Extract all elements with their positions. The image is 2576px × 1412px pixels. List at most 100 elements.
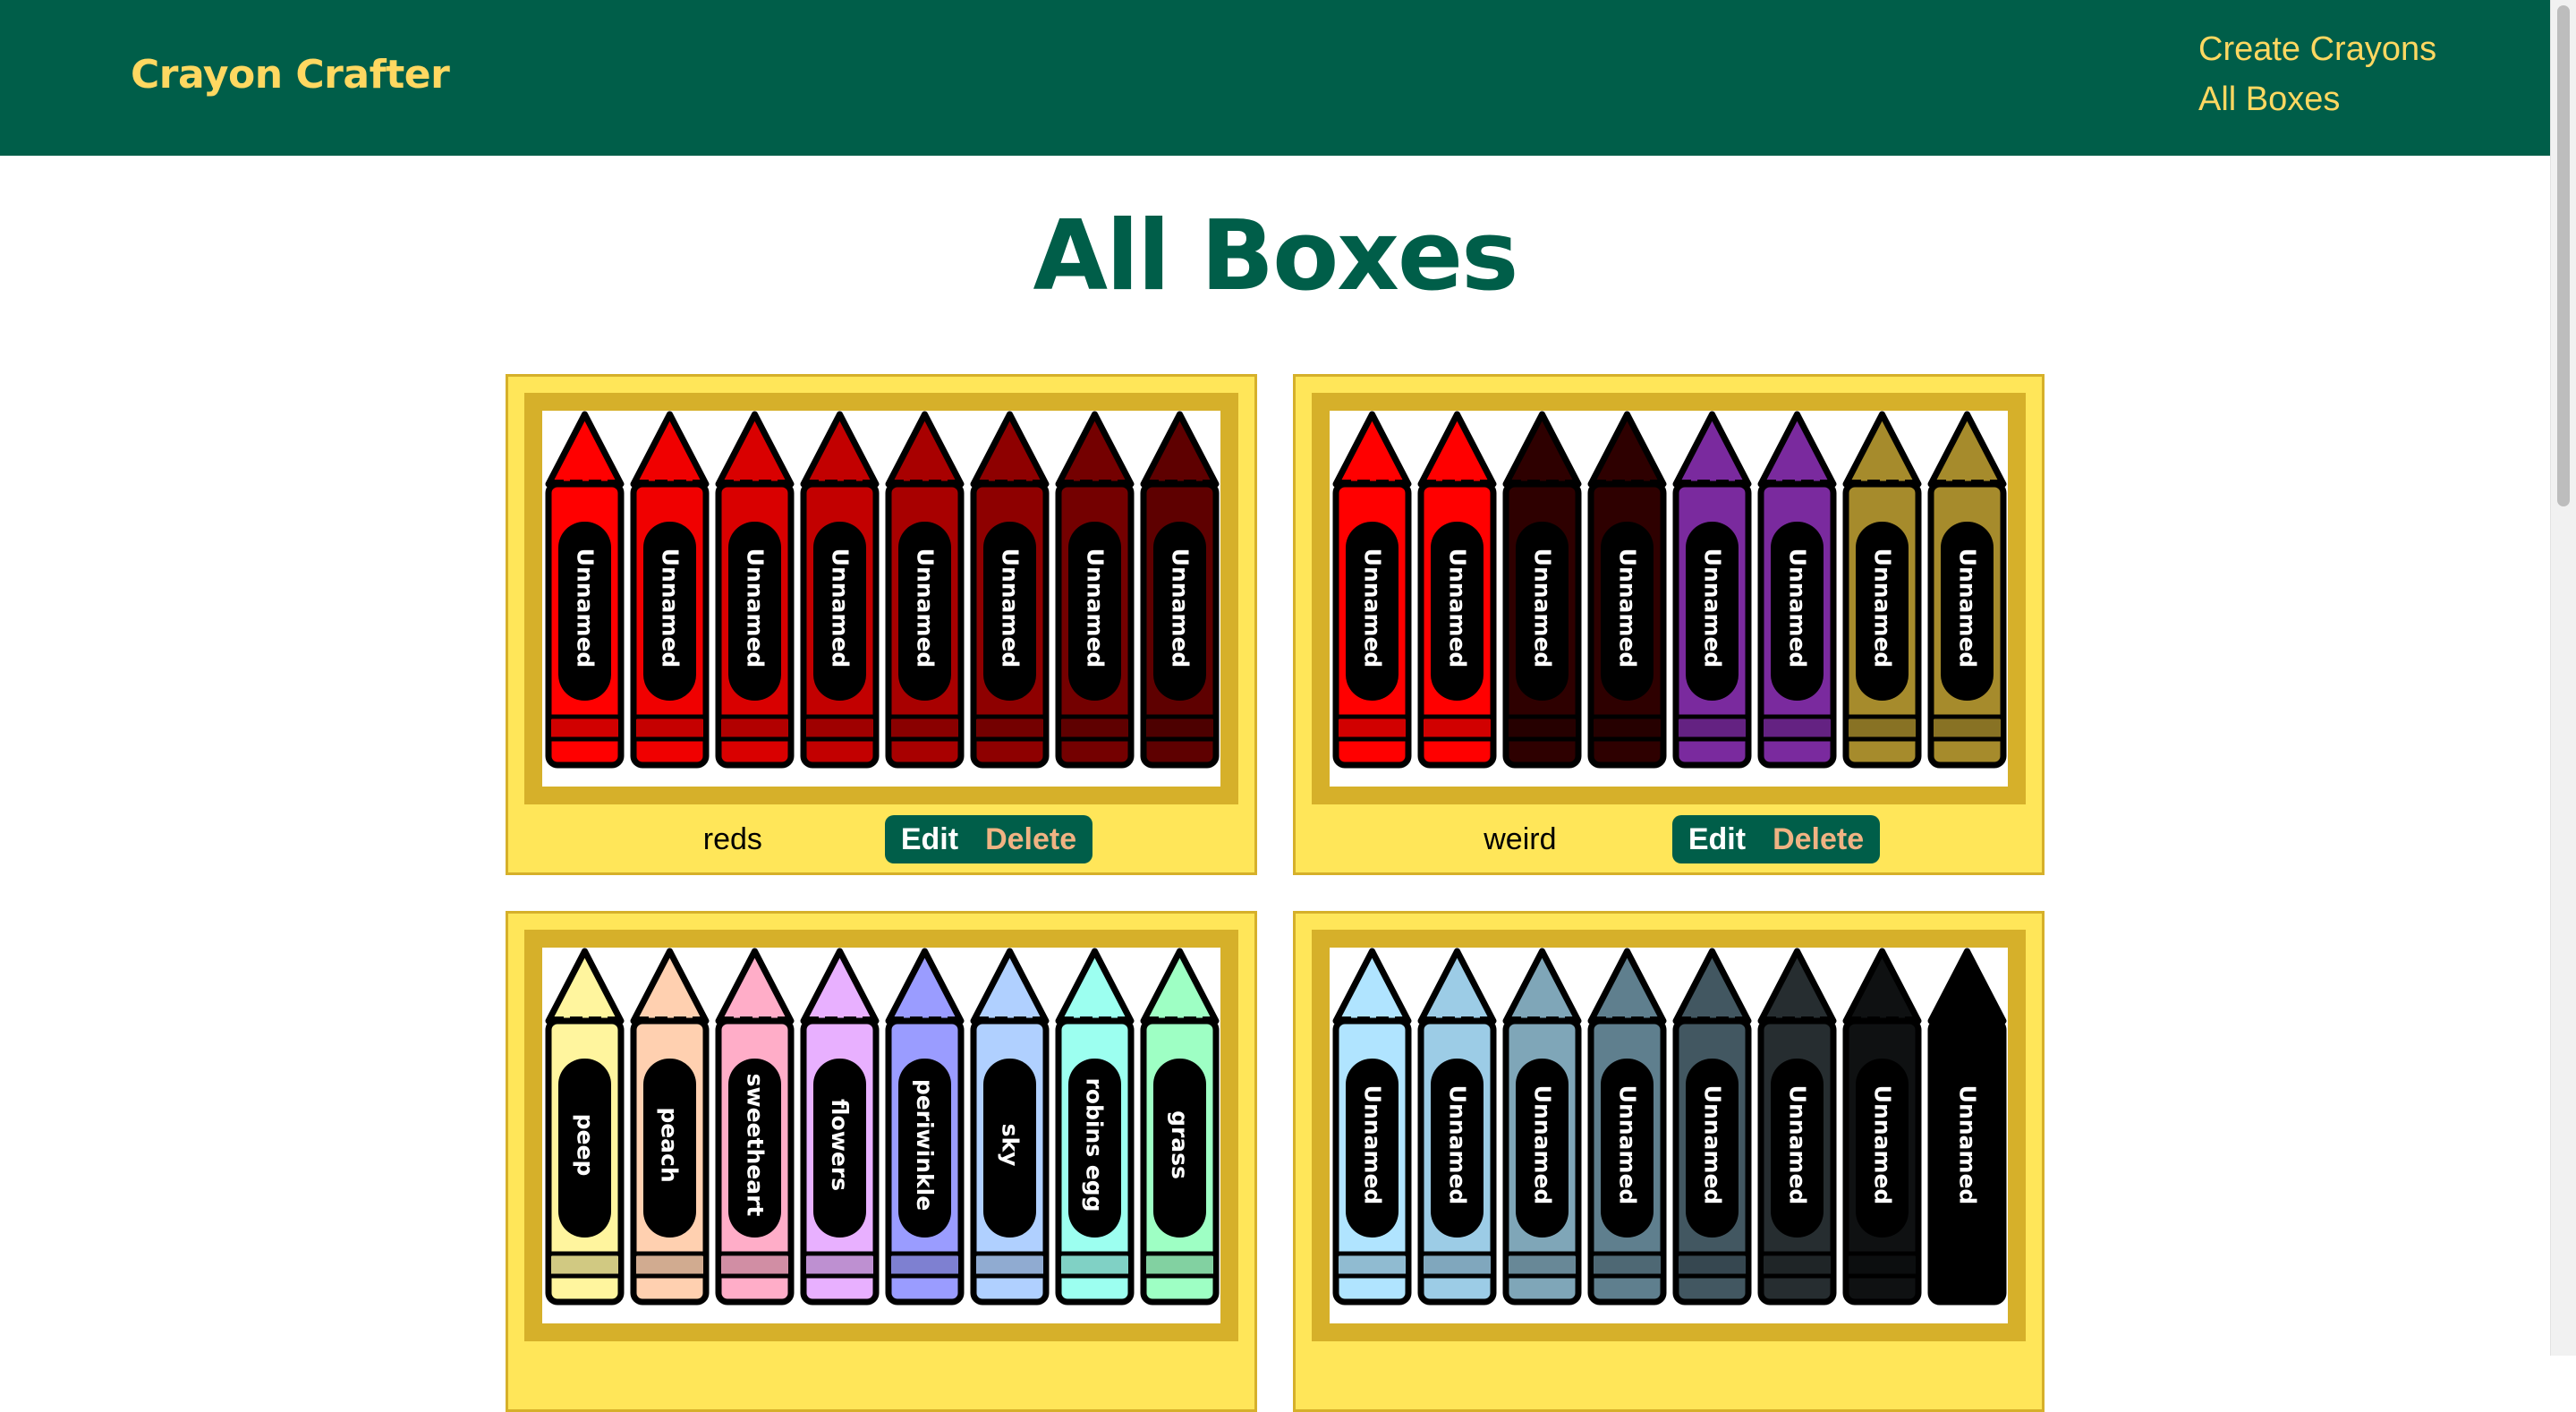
nav-link-all-boxes[interactable]: All Boxes (2198, 81, 2436, 118)
crayon-shape (1332, 411, 1412, 769)
crayon: Unnamed (712, 411, 797, 769)
crayon: peep (542, 948, 627, 1306)
crayon-shape (885, 948, 965, 1306)
crayon-row: Unnamed Unnamed Unnamed Unnamed Unnamed Unnam… (1330, 411, 2008, 769)
crayon-box-frame: Unnamed Unnamed Unnamed Unnamed Unnamed Unnam… (524, 393, 1238, 804)
crayon-row: Unnamed Unnamed Unnamed Unnamed Unnamed Unnam… (542, 411, 1220, 769)
crayon-box-footer: weird Edit Delete (1296, 804, 2042, 874)
crayon: Unnamed (1925, 411, 2008, 769)
crayon-box-footer (1296, 1341, 2042, 1411)
crayon: Unnamed (1415, 948, 1500, 1306)
crayon: Unnamed (1840, 411, 1925, 769)
crayon: Unnamed (1585, 411, 1670, 769)
crayon-shape (545, 948, 625, 1306)
crayon: Unnamed (1500, 948, 1585, 1306)
crayon-shape (800, 948, 880, 1306)
crayon-shape (1332, 948, 1412, 1306)
crayon-box-footer: reds Edit Delete (508, 804, 1254, 874)
crayon-shape (800, 411, 880, 769)
delete-button[interactable]: Delete (1773, 822, 1864, 857)
box-actions: Edit Delete (884, 815, 1093, 863)
crayon-box-card: Unnamed Unnamed Unnamed Unnamed Unnamed Unnam… (1293, 911, 2045, 1412)
crayon-box-card: Unnamed Unnamed Unnamed Unnamed Unnamed Unnam… (506, 374, 1257, 875)
crayon: Unnamed (1585, 948, 1670, 1306)
crayon: Unnamed (1052, 411, 1137, 769)
crayon: periwinkle (882, 948, 967, 1306)
crayon: Unnamed (1755, 411, 1840, 769)
box-actions: Edit Delete (1671, 815, 1881, 863)
crayon-shape (1757, 411, 1837, 769)
crayon-shape (970, 948, 1050, 1306)
crayon-shape (1502, 411, 1582, 769)
nav-link-create-crayons[interactable]: Create Crayons (2198, 30, 2436, 68)
delete-button[interactable]: Delete (985, 822, 1076, 857)
crayon-box-frame: Unnamed Unnamed Unnamed Unnamed Unnamed Unnam… (1312, 393, 2026, 804)
nav-links: Create Crayons All Boxes (2198, 30, 2436, 118)
crayon: Unnamed (1755, 948, 1840, 1306)
crayon: sweetheart (712, 948, 797, 1306)
crayon: sky (967, 948, 1052, 1306)
crayon-shape (1757, 948, 1837, 1306)
crayon-shape (1140, 948, 1220, 1306)
crayon-shape (1927, 948, 2007, 1306)
brand-logo[interactable]: Crayon Crafter (131, 52, 450, 98)
crayon-box-interior: peep peach sweetheart flowers periwinkle sky r… (542, 948, 1220, 1323)
crayon: Unnamed (1137, 411, 1220, 769)
crayon-shape (1672, 948, 1752, 1306)
page-title: All Boxes (1033, 200, 1519, 312)
crayon: Unnamed (797, 411, 882, 769)
crayon: Unnamed (627, 411, 712, 769)
crayon: grass (1137, 948, 1220, 1306)
boxes-grid: Unnamed Unnamed Unnamed Unnamed Unnamed Unnam… (506, 374, 2045, 1412)
crayon-shape (1927, 411, 2007, 769)
crayon-box-frame: Unnamed Unnamed Unnamed Unnamed Unnamed Unnam… (1312, 930, 2026, 1341)
crayon-row: Unnamed Unnamed Unnamed Unnamed Unnamed Unnam… (1330, 948, 2008, 1306)
crayon-box-card: peep peach sweetheart flowers periwinkle sky r… (506, 911, 1257, 1412)
crayon-shape (1055, 948, 1135, 1306)
edit-button[interactable]: Edit (901, 822, 958, 857)
crayon: Unnamed (1415, 411, 1500, 769)
crayon-shape (1140, 411, 1220, 769)
crayon: Unnamed (1670, 411, 1755, 769)
crayon-shape (630, 411, 710, 769)
crayon-shape (545, 411, 625, 769)
crayon-shape (1502, 948, 1582, 1306)
crayon-box-card: Unnamed Unnamed Unnamed Unnamed Unnamed Unnam… (1293, 374, 2045, 875)
crayon: Unnamed (1925, 948, 2008, 1306)
crayon: Unnamed (967, 411, 1052, 769)
edit-button[interactable]: Edit (1688, 822, 1746, 857)
crayon-shape (1587, 411, 1667, 769)
page-scrollbar[interactable] (2550, 0, 2576, 1356)
crayon: Unnamed (542, 411, 627, 769)
crayon-shape (715, 411, 795, 769)
crayon-shape (970, 411, 1050, 769)
crayon-row: peep peach sweetheart flowers periwinkle sky r… (542, 948, 1220, 1306)
scrollbar-thumb[interactable] (2557, 5, 2570, 506)
box-name: reds (702, 821, 762, 856)
crayon-shape (1842, 411, 1922, 769)
crayon-shape (1672, 411, 1752, 769)
crayon-shape (1842, 948, 1922, 1306)
crayon-box-frame: peep peach sweetheart flowers periwinkle sky r… (524, 930, 1238, 1341)
crayon: Unnamed (1840, 948, 1925, 1306)
crayon-box-interior: Unnamed Unnamed Unnamed Unnamed Unnamed Unnam… (542, 411, 1220, 787)
crayon: Unnamed (1500, 411, 1585, 769)
crayon: flowers (797, 948, 882, 1306)
top-navbar: Crayon Crafter Create Crayons All Boxes (0, 0, 2550, 156)
crayon-shape (885, 411, 965, 769)
box-name: weird (1484, 821, 1557, 856)
crayon: robins egg (1052, 948, 1137, 1306)
crayon: Unnamed (882, 411, 967, 769)
crayon-box-interior: Unnamed Unnamed Unnamed Unnamed Unnamed Unnam… (1330, 948, 2008, 1323)
crayon-box-interior: Unnamed Unnamed Unnamed Unnamed Unnamed Unnam… (1330, 411, 2008, 787)
crayon-shape (630, 948, 710, 1306)
crayon-shape (1587, 948, 1667, 1306)
crayon: Unnamed (1670, 948, 1755, 1306)
crayon-shape (1417, 411, 1497, 769)
crayon: Unnamed (1330, 411, 1415, 769)
crayon-box-footer (508, 1341, 1254, 1411)
crayon-shape (715, 948, 795, 1306)
crayon: peach (627, 948, 712, 1306)
crayon-shape (1417, 948, 1497, 1306)
crayon-shape (1055, 411, 1135, 769)
